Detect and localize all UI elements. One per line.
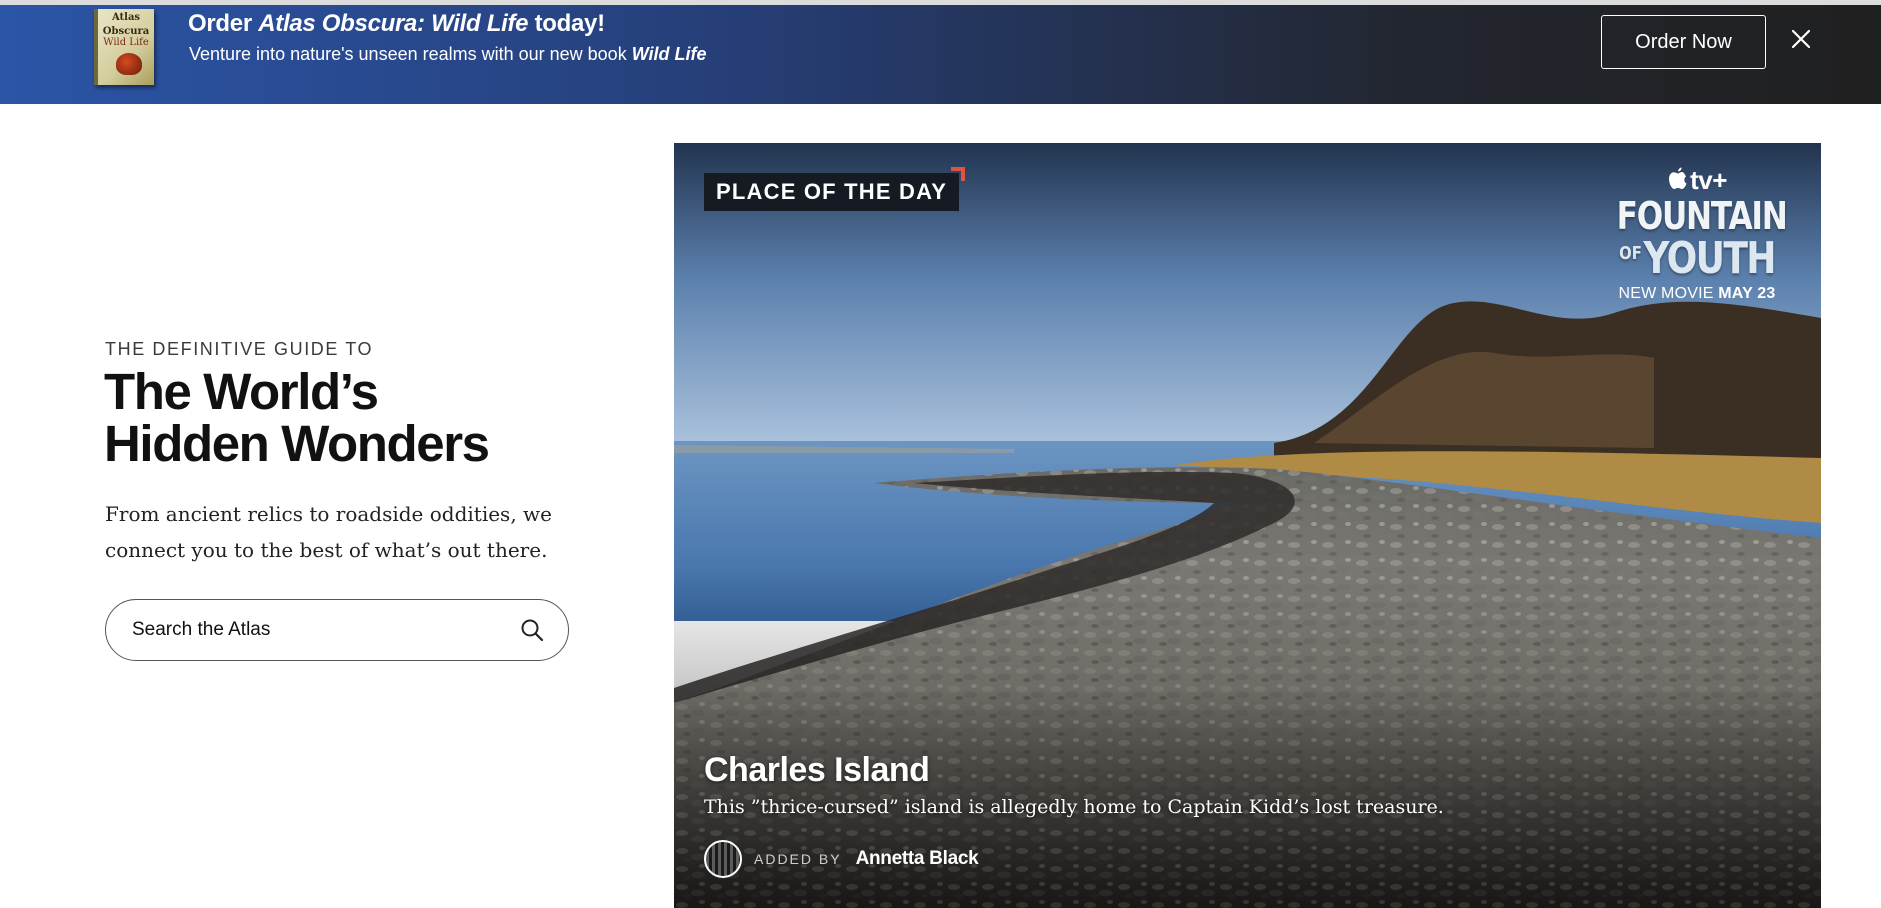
banner-subtitle-text: Venture into nature's unseen realms with… bbox=[189, 44, 632, 64]
promo-title-youth: YOUTH bbox=[1643, 233, 1776, 284]
place-title[interactable]: Charles Island bbox=[704, 751, 930, 790]
book-cover-image[interactable]: Atlas Obscura Wild Life bbox=[94, 9, 154, 85]
banner-title-prefix: Order bbox=[188, 10, 259, 37]
hero-headline: The World’s Hidden Wonders bbox=[104, 363, 490, 472]
banner-subtitle: Venture into nature's unseen realms with… bbox=[189, 44, 707, 65]
promo-release-date: MAY 23 bbox=[1718, 285, 1776, 302]
hero-description: From ancient relics to roadside oddities… bbox=[105, 496, 575, 568]
banner-title-book: Atlas Obscura: Wild Life bbox=[258, 10, 529, 37]
promo-title-line1: FOUNTAIN bbox=[1616, 194, 1788, 238]
book-cover-line2: Obscura bbox=[102, 26, 150, 37]
search-bar[interactable] bbox=[105, 599, 569, 661]
promo-banner: Atlas Obscura Wild Life Order Atlas Obsc… bbox=[0, 0, 1881, 104]
promo-release-label: NEW MOVIE bbox=[1618, 285, 1719, 302]
place-of-the-day-label: PLACE OF THE DAY bbox=[716, 179, 948, 204]
hero-headline-line2: Hidden Wonders bbox=[104, 415, 490, 472]
promo-title-of: OF bbox=[1619, 243, 1642, 264]
promo-release: NEW MOVIE MAY 23 bbox=[1599, 285, 1795, 303]
apple-tv-network: tv+ bbox=[1690, 165, 1727, 195]
banner-title: Order Atlas Obscura: Wild Life today! bbox=[188, 10, 605, 38]
author-name-link[interactable]: Annetta Black bbox=[856, 848, 979, 870]
search-button[interactable] bbox=[519, 617, 545, 643]
place-byline: ADDED BY Annetta Black bbox=[704, 840, 979, 878]
badge-corner-accent bbox=[951, 167, 966, 181]
book-cover-line3: Wild Life bbox=[103, 37, 149, 48]
hero-headline-line1: The World’s bbox=[104, 363, 379, 420]
book-cover-line1: Atlas bbox=[111, 12, 141, 23]
added-by-label: ADDED BY bbox=[754, 851, 842, 867]
search-icon bbox=[521, 619, 544, 642]
banner-subtitle-book: Wild Life bbox=[631, 44, 707, 64]
place-of-the-day-badge: PLACE OF THE DAY bbox=[704, 167, 966, 211]
apple-tv-promo[interactable]: tv+ FOUNTAIN OFYOUTH NEW MOVIE MAY 23 bbox=[1599, 165, 1795, 303]
hero-eyebrow: THE DEFINITIVE GUIDE TO bbox=[105, 339, 374, 359]
close-icon bbox=[1791, 29, 1811, 49]
promo-title-line2: OFYOUTH bbox=[1617, 234, 1778, 281]
hero-description-line2: connect you to the best of what’s out th… bbox=[105, 538, 548, 562]
place-description: This ”thrice-cursed” island is allegedly… bbox=[704, 796, 1444, 818]
close-banner-button[interactable] bbox=[1787, 25, 1815, 53]
order-now-button[interactable]: Order Now bbox=[1601, 15, 1766, 69]
author-avatar[interactable] bbox=[704, 840, 742, 878]
banner-title-suffix: today! bbox=[528, 10, 606, 37]
hero-description-line1: From ancient relics to roadside oddities… bbox=[105, 502, 552, 526]
place-of-the-day-card[interactable]: PLACE OF THE DAY tv+ FOUNTAIN OFYOUTH NE… bbox=[674, 143, 1821, 908]
chameleon-illustration bbox=[116, 53, 142, 75]
search-input[interactable] bbox=[130, 614, 490, 646]
